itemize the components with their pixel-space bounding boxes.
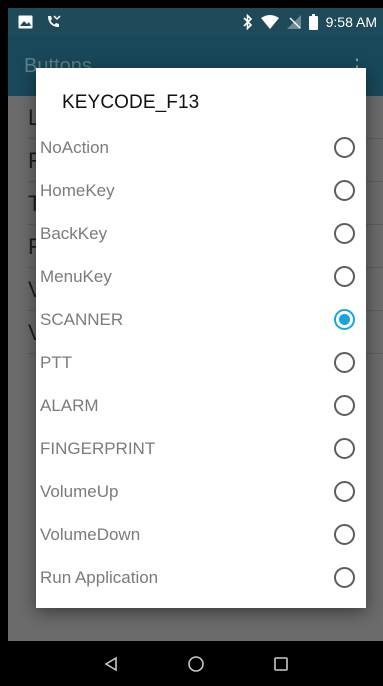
- keycode-dialog: KEYCODE_F13 NoAction HomeKey BackKey MenuKe…: [36, 68, 366, 608]
- option-row[interactable]: PTT: [36, 341, 366, 384]
- option-label: ALARM: [40, 395, 99, 415]
- radio-button[interactable]: [334, 481, 355, 502]
- option-row[interactable]: NoAction: [36, 126, 366, 169]
- navigation-bar: [8, 641, 383, 686]
- option-row[interactable]: VolumeDown: [36, 513, 366, 556]
- status-bar: 9:58 AM: [8, 8, 383, 36]
- wifi-icon: [260, 15, 279, 29]
- option-label: NoAction: [40, 137, 109, 157]
- option-row[interactable]: MenuKey: [36, 255, 366, 298]
- option-label: VolumeDown: [40, 524, 141, 544]
- radio-button[interactable]: [334, 180, 355, 201]
- radio-button[interactable]: [334, 395, 355, 416]
- back-triangle-icon: [103, 656, 117, 671]
- option-row[interactable]: ALARM: [36, 384, 366, 427]
- option-label: BackKey: [40, 223, 108, 243]
- battery-icon: [308, 14, 318, 30]
- option-row[interactable]: Run Application: [36, 556, 366, 599]
- option-label: FINGERPRINT: [40, 438, 156, 458]
- status-time: 9:58 AM: [325, 14, 377, 30]
- recents-square-icon: [273, 656, 288, 671]
- no-signal-icon: [286, 15, 301, 29]
- option-row[interactable]: HomeKey: [36, 169, 366, 212]
- option-label: SCANNER: [40, 309, 124, 329]
- option-row[interactable]: BackKey: [36, 212, 366, 255]
- option-label: HomeKey: [40, 180, 115, 200]
- radio-button-checked[interactable]: [334, 309, 355, 330]
- missed-call-icon: [45, 14, 61, 30]
- home-nav-button[interactable]: [176, 644, 216, 684]
- radio-button[interactable]: [334, 524, 355, 545]
- option-row[interactable]: VolumeUp: [36, 470, 366, 513]
- option-label: VolumeUp: [40, 481, 119, 501]
- radio-button[interactable]: [334, 438, 355, 459]
- radio-button[interactable]: [334, 352, 355, 373]
- radio-button[interactable]: [334, 567, 355, 588]
- dialog-title: KEYCODE_F13: [62, 92, 200, 113]
- home-circle-icon: [187, 655, 204, 672]
- radio-button[interactable]: [334, 223, 355, 244]
- bluetooth-icon: [243, 14, 253, 30]
- option-label: Run Application: [40, 567, 159, 587]
- radio-button[interactable]: [334, 137, 355, 158]
- back-nav-button[interactable]: [91, 644, 131, 684]
- option-label: PTT: [40, 352, 73, 372]
- option-row[interactable]: SCANNER: [36, 298, 366, 341]
- option-row[interactable]: FINGERPRINT: [36, 427, 366, 470]
- option-label: MenuKey: [40, 266, 112, 286]
- recents-nav-button[interactable]: [261, 644, 301, 684]
- options-list: NoAction HomeKey BackKey MenuKey SCANNER PTT A…: [36, 126, 366, 599]
- radio-button[interactable]: [334, 266, 355, 287]
- image-notification-icon: [18, 15, 33, 29]
